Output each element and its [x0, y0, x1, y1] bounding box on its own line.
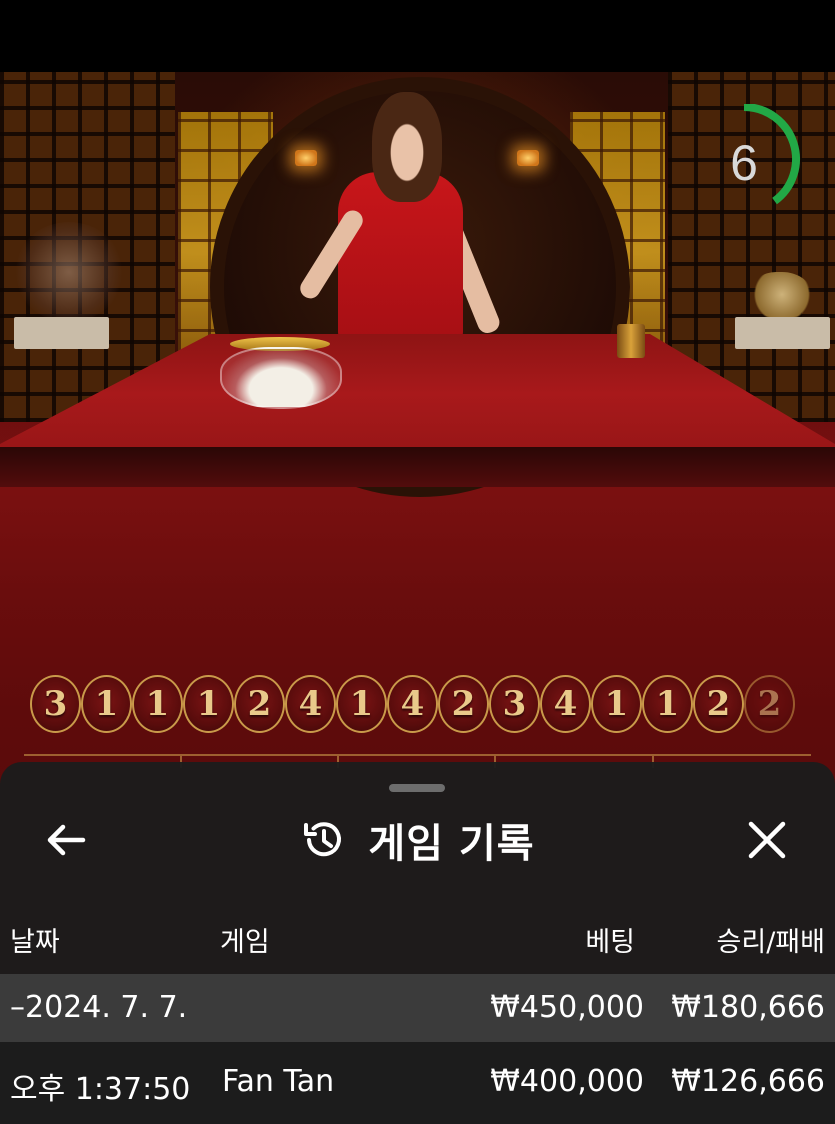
- result-bead: 1: [591, 675, 642, 733]
- status-bar: [0, 0, 835, 72]
- pedestal-right: [735, 317, 830, 349]
- countdown-ring-icon: 6: [730, 103, 800, 205]
- history-clock-icon: [304, 822, 342, 857]
- result-bead: 3: [489, 675, 540, 733]
- result-bead: 3: [30, 675, 81, 733]
- day-bet-total: ₩450,000: [490, 990, 644, 1025]
- table-rail: [0, 447, 835, 487]
- result-bead: 2: [234, 675, 285, 733]
- result-bead: 2: [744, 675, 795, 733]
- close-x-icon: [748, 821, 786, 859]
- result-bead: 2: [693, 675, 744, 733]
- day-result-total: ₩180,666: [671, 990, 825, 1025]
- table-header: 날짜 게임 베팅 승리/패배: [0, 914, 835, 958]
- column-header-bet: 베팅: [585, 927, 635, 958]
- column-header-result: 승리/패배: [716, 927, 825, 958]
- result-bead: 4: [285, 675, 336, 733]
- sheet-drag-handle[interactable]: [389, 784, 445, 792]
- row-result: ₩126,666: [671, 1064, 825, 1099]
- pedestal-left: [14, 317, 109, 349]
- lamp-light: [295, 150, 317, 166]
- result-bead: 1: [183, 675, 234, 733]
- back-button[interactable]: [40, 818, 92, 862]
- decor-plant: [14, 222, 124, 322]
- row-game: Fan Tan: [222, 1064, 335, 1099]
- row-bet: ₩400,000: [490, 1064, 644, 1099]
- dealer-head: [372, 92, 442, 202]
- close-button[interactable]: [740, 818, 794, 862]
- gold-cup: [617, 324, 645, 358]
- countdown-seconds: 6: [730, 135, 758, 191]
- results-history-row: 311124142341122: [30, 675, 795, 733]
- sheet-title: 게임 기록: [368, 821, 535, 867]
- dragon-statue: [752, 272, 812, 317]
- result-bead: 4: [540, 675, 591, 733]
- column-header-date: 날짜: [10, 927, 60, 958]
- result-bead: 1: [336, 675, 387, 733]
- result-bead: 2: [438, 675, 489, 733]
- countdown-timer: 6: [714, 103, 804, 214]
- lamp-light: [517, 150, 539, 166]
- day-summary-row[interactable]: –2024. 7. 7. ₩450,000 ₩180,666: [0, 974, 835, 1042]
- sheet-header: 게임 기록: [0, 804, 835, 876]
- day-date: –2024. 7. 7.: [10, 990, 188, 1025]
- app-screen: 6 311124142341122 게임 기록 날짜 게임 베팅 승리/패배 –…: [0, 0, 835, 1124]
- arrow-left-icon: [47, 824, 86, 856]
- bead-bowl: [220, 347, 342, 409]
- result-bead: 4: [387, 675, 438, 733]
- result-bead: 1: [132, 675, 183, 733]
- result-bead: 1: [81, 675, 132, 733]
- row-time: 오후 1:37:50: [10, 1072, 191, 1107]
- result-bead: 1: [642, 675, 693, 733]
- table-row[interactable]: 오후 1:37:50 Fan Tan ₩400,000 ₩126,666: [0, 1042, 835, 1124]
- game-history-sheet: 게임 기록 날짜 게임 베팅 승리/패배 –2024. 7. 7. ₩450,0…: [0, 762, 835, 1124]
- column-header-game: 게임: [220, 927, 270, 958]
